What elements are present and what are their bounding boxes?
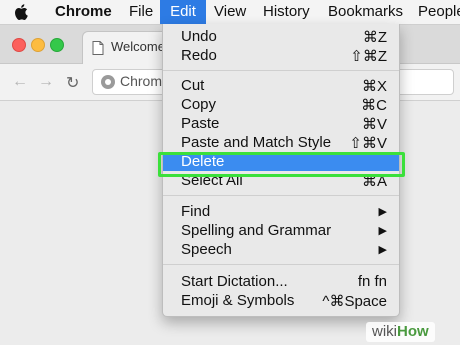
menu-item-speech[interactable]: Speech ▶ [163, 240, 399, 259]
back-arrow-icon[interactable]: ← [12, 73, 28, 91]
tab-title: Welcome [111, 39, 165, 54]
emoji-label: Emoji & Symbols [181, 292, 295, 309]
menu-separator [163, 195, 399, 196]
close-window-button[interactable] [12, 38, 26, 52]
menu-item-cut[interactable]: Cut ⌘X [163, 76, 399, 95]
submenu-arrow-icon: ▶ [378, 225, 387, 237]
submenu-arrow-icon: ▶ [378, 244, 387, 256]
menu-view[interactable]: View [214, 0, 246, 24]
menu-separator [163, 264, 399, 265]
menu-item-paste-and-match-style[interactable]: Paste and Match Style ⇧⌘V [163, 133, 399, 152]
find-label: Find [181, 203, 211, 220]
menu-separator [163, 70, 399, 71]
wikihow-watermark: wikiHow [366, 322, 435, 342]
dictation-label: Start Dictation... [181, 273, 288, 290]
undo-shortcut: ⌘Z [362, 29, 387, 46]
paste-match-label: Paste and Match Style [181, 134, 332, 151]
copy-shortcut: ⌘C [361, 97, 387, 114]
copy-label: Copy [181, 96, 217, 113]
menu-item-find[interactable]: Find ▶ [163, 202, 399, 221]
zoom-window-button[interactable] [50, 38, 64, 52]
cut-label: Cut [181, 77, 205, 94]
redo-label: Redo [181, 47, 217, 64]
menu-item-redo[interactable]: Redo ⇧⌘Z [163, 46, 399, 65]
menu-app-chrome[interactable]: Chrome [55, 0, 112, 24]
menu-edit[interactable]: Edit [160, 0, 206, 24]
forward-arrow-icon[interactable]: → [38, 73, 54, 91]
minimize-window-button[interactable] [31, 38, 45, 52]
watermark-how: How [397, 323, 429, 340]
menu-people[interactable]: People [418, 0, 460, 24]
emoji-shortcut: ^⌘Space [322, 293, 387, 310]
menu-bookmarks[interactable]: Bookmarks [328, 0, 403, 24]
menu-item-paste[interactable]: Paste ⌘V [163, 114, 399, 133]
delete-highlight-outline [158, 152, 405, 177]
page-icon [92, 41, 104, 55]
spelling-label: Spelling and Grammar [181, 222, 332, 239]
paste-label: Paste [181, 115, 220, 132]
menu-item-emoji-and-symbols[interactable]: Emoji & Symbols ^⌘Space [163, 291, 399, 310]
menu-item-start-dictation[interactable]: Start Dictation... fn fn [163, 272, 399, 291]
dictation-shortcut: fn fn [357, 273, 387, 290]
menu-bar: Chrome File Edit View History Bookmarks … [0, 0, 460, 25]
menu-item-copy[interactable]: Copy ⌘C [163, 95, 399, 114]
menu-item-spelling-and-grammar[interactable]: Spelling and Grammar ▶ [163, 221, 399, 240]
menu-file[interactable]: File [129, 0, 153, 24]
redo-shortcut: ⇧⌘Z [350, 48, 387, 65]
speech-label: Speech [181, 241, 232, 258]
chrome-page-icon [101, 75, 115, 89]
menu-history[interactable]: History [263, 0, 310, 24]
paste-match-shortcut: ⇧⌘V [349, 135, 387, 152]
address-text: Chrom [120, 73, 163, 89]
apple-menu-icon[interactable] [14, 0, 30, 24]
paste-shortcut: ⌘V [361, 116, 387, 133]
undo-label: Undo [181, 28, 217, 45]
menu-item-undo[interactable]: Undo ⌘Z [163, 27, 399, 46]
reload-icon[interactable]: ↻ [66, 73, 79, 93]
watermark-wiki: wiki [372, 323, 397, 340]
cut-shortcut: ⌘X [361, 78, 387, 95]
submenu-arrow-icon: ▶ [378, 206, 387, 218]
